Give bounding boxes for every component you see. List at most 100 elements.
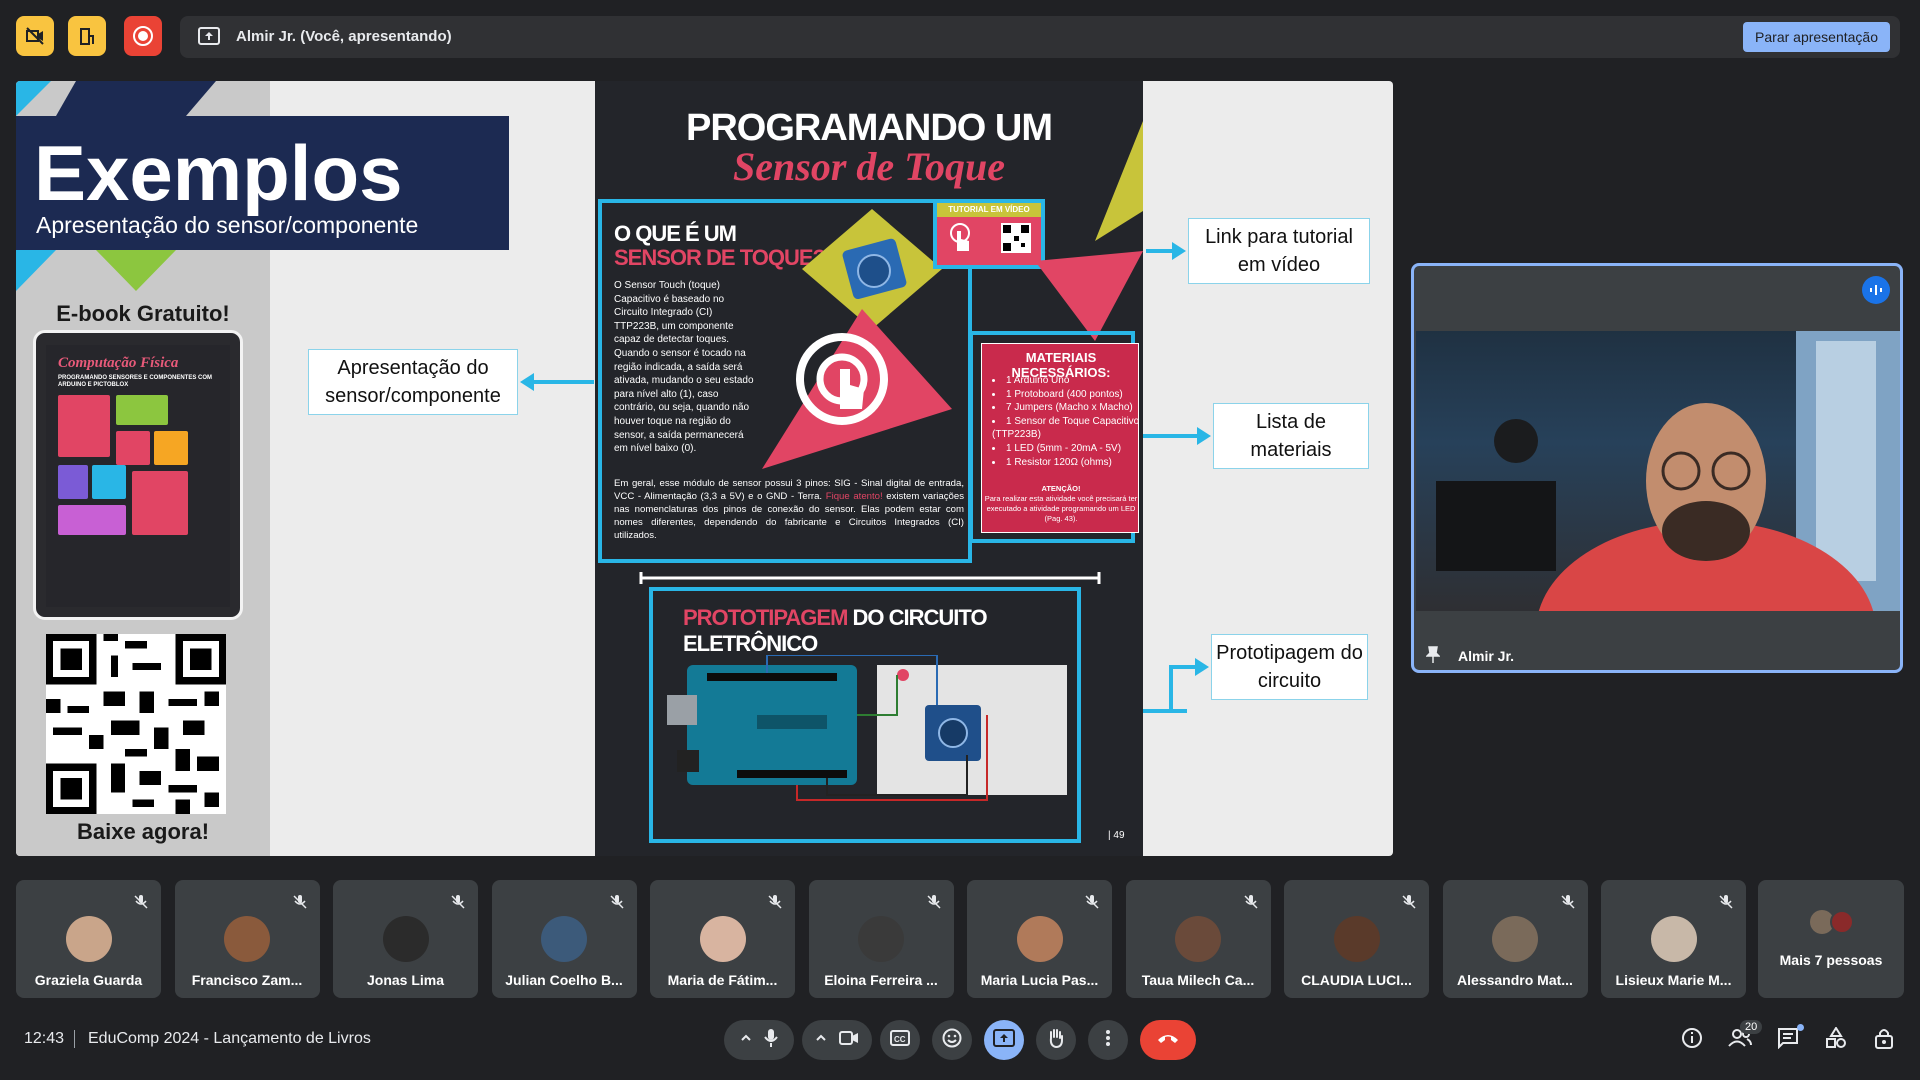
meeting-details-button[interactable] — [1674, 1022, 1710, 1058]
shapes-icon[interactable] — [1825, 1025, 1847, 1054]
avatar — [1016, 916, 1063, 962]
participant-name: Taua Milech Ca... — [1141, 972, 1255, 988]
list-item: 1 Sensor de Toque Capacitivo (TTP223B) — [992, 415, 1140, 442]
presenter-video-tile[interactable]: Almir Jr. — [1411, 263, 1903, 673]
chevron-up-icon[interactable] — [740, 1031, 752, 1049]
captions-button[interactable]: CC — [880, 1020, 920, 1060]
list-item: 1 Protoboard (400 pontos) — [992, 388, 1140, 402]
mic-off-icon — [767, 894, 783, 910]
info-icon[interactable] — [1681, 1027, 1703, 1054]
record-icon[interactable] — [124, 16, 162, 56]
participant-name: Maria de Fátim... — [667, 972, 778, 988]
arrow-head-icon — [520, 373, 534, 391]
callout-tutorial: Link para tutorial em vídeo — [1188, 218, 1370, 284]
mic-off-icon — [1718, 894, 1734, 910]
ebook-label: E-book Gratuito! — [56, 301, 230, 326]
arrow-head-icon — [1172, 242, 1186, 260]
shared-slide: Exemplos Apresentação do sensor/componen… — [16, 81, 1393, 856]
participant-tile[interactable]: Francisco Zam... — [174, 880, 320, 998]
building-icon[interactable] — [68, 16, 106, 56]
stop-presenting-button[interactable]: Parar apresentação — [1743, 22, 1890, 52]
tutorial-box[interactable]: TUTORIAL EM VÍDEO — [933, 199, 1045, 269]
present-now-button[interactable] — [984, 1020, 1024, 1060]
avatar — [858, 916, 904, 962]
participant-tile[interactable]: Graziela Guarda — [16, 880, 161, 998]
leave-call-button[interactable] — [1140, 1020, 1196, 1060]
tutorial-badge: TUTORIAL EM VÍDEO — [937, 203, 1041, 217]
presenting-label: Almir Jr. (Você, apresentando) — [236, 28, 452, 45]
list-item: 1 LED (5mm - 20mA - 5V) — [992, 442, 1140, 456]
participant-name: Alessandro Mat... — [1457, 972, 1573, 988]
camera-off-icon[interactable] — [16, 16, 54, 56]
participant-name: Maria Lucia Pas... — [980, 972, 1099, 988]
prototype-title: PROTOTIPAGEM DO CIRCUITO ELETRÔNICO — [683, 605, 1077, 657]
host-controls-button[interactable] — [1866, 1022, 1902, 1058]
participant-tile[interactable]: Jonas Lima — [333, 880, 478, 998]
present-screen-icon — [198, 27, 220, 50]
mic-off-icon — [133, 894, 149, 910]
participant-tile[interactable]: Alessandro Mat... — [1442, 880, 1588, 998]
circuit-diagram — [667, 655, 1067, 801]
people-button[interactable]: 20 — [1722, 1020, 1763, 1058]
participant-name: Lisieux Marie M... — [1615, 972, 1732, 988]
raise-hand-button[interactable] — [1036, 1020, 1076, 1060]
participant-tile[interactable]: Lisieux Marie M... — [1601, 880, 1746, 998]
mic-off-icon — [1243, 894, 1259, 910]
hand-icon — [950, 223, 970, 251]
chevron-up-icon[interactable] — [815, 1031, 827, 1049]
participant-tile[interactable]: Taua Milech Ca... — [1125, 880, 1271, 998]
more-people-label: Mais 7 pessoas — [1779, 952, 1883, 968]
hang-up-icon[interactable] — [1156, 1031, 1180, 1049]
callout-arrow — [1141, 434, 1201, 438]
avatar — [65, 916, 112, 962]
mic-off-icon — [609, 894, 625, 910]
participant-tile[interactable]: Maria de Fátim... — [650, 880, 795, 998]
microphone-button[interactable] — [724, 1020, 794, 1060]
more-options-button[interactable] — [1088, 1020, 1128, 1060]
participant-tile[interactable]: CLAUDIA LUCI... — [1284, 880, 1429, 998]
avatar — [1650, 916, 1697, 962]
present-screen-icon[interactable] — [993, 1028, 1015, 1052]
pins-body: Em geral, esse módulo de sensor possui 3… — [614, 477, 964, 542]
arrow-head-icon — [1197, 427, 1211, 445]
ebook-tile — [92, 465, 126, 499]
captions-icon[interactable]: CC — [890, 1029, 910, 1051]
participant-tile[interactable]: Maria Lucia Pas... — [967, 880, 1112, 998]
attention-body: Para realizar esta atividade você precis… — [984, 494, 1138, 523]
more-vertical-icon[interactable] — [1105, 1029, 1111, 1052]
avatar — [699, 916, 746, 962]
clock: 12:43 — [24, 1030, 65, 1047]
participant-tile[interactable]: Julian Coelho B... — [491, 880, 637, 998]
poster: PROGRAMANDO UM Sensor de Toque O QUE É U… — [595, 81, 1143, 856]
more-people-tile[interactable]: Mais 7 pessoas — [1758, 880, 1904, 998]
decorative-triangles — [1035, 121, 1143, 341]
chat-icon[interactable] — [1777, 1027, 1799, 1054]
ebook-tile — [116, 395, 168, 425]
activities-button[interactable] — [1818, 1022, 1854, 1058]
mic-off-icon — [450, 894, 466, 910]
pin-icon[interactable] — [1425, 646, 1441, 669]
lock-person-icon[interactable] — [1873, 1027, 1895, 1054]
speaking-indicator-icon — [1862, 276, 1890, 304]
ebook-cover-title: Computação Física — [58, 355, 179, 371]
avatar — [224, 916, 270, 962]
reactions-button[interactable] — [932, 1020, 972, 1060]
what-is-body: O Sensor Touch (toque) Capacitivo é base… — [614, 280, 754, 455]
ebook-tile — [132, 471, 188, 535]
svg-text:CC: CC — [894, 1035, 906, 1044]
qr-code[interactable] — [46, 634, 226, 814]
participant-name: Jonas Lima — [366, 972, 445, 988]
emoji-icon[interactable] — [942, 1028, 962, 1053]
avatar — [1175, 916, 1221, 962]
video-camera-icon[interactable] — [839, 1030, 859, 1050]
camera-button[interactable] — [802, 1020, 872, 1060]
mic-off-icon — [292, 894, 308, 910]
attention-note: ATENÇÃO! Para realizar esta atividade vo… — [982, 484, 1140, 524]
materials-box: MATERIAIS NECESSÁRIOS: 1 Arduino Uno 1 P… — [969, 331, 1139, 543]
chat-button[interactable] — [1770, 1022, 1806, 1058]
hand-icon[interactable] — [1047, 1028, 1065, 1053]
title-box: Exemplos Apresentação do sensor/componen… — [16, 116, 509, 250]
participant-tile[interactable]: Eloina Ferreira ... — [808, 880, 954, 998]
microphone-icon[interactable] — [764, 1028, 778, 1053]
ebook-tile — [58, 395, 110, 457]
